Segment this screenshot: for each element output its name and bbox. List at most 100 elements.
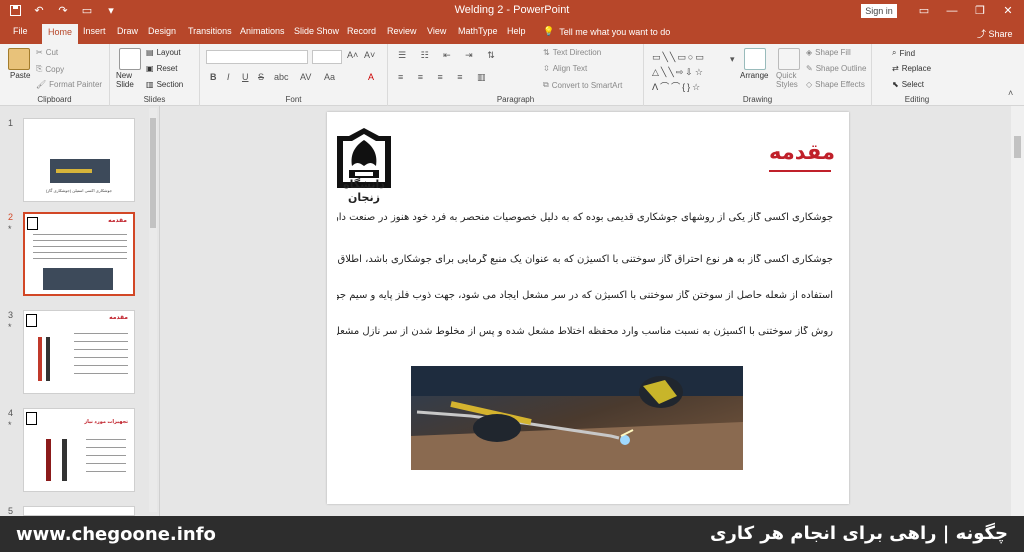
convert-to-smartart-button[interactable]: ⧉ Convert to SmartArt xyxy=(543,80,622,90)
bold-button[interactable]: B xyxy=(210,72,217,82)
shape-fill-button[interactable]: ◈ Shape Fill xyxy=(806,48,851,57)
thumbnail-title: تجهیزات مورد نیاز xyxy=(84,419,128,425)
tab-animations[interactable]: Animations xyxy=(240,26,285,36)
quick-styles-icon[interactable] xyxy=(778,48,800,70)
search-icon: ⌕ xyxy=(892,48,897,57)
close-icon[interactable]: ✕ xyxy=(994,2,1022,20)
thumbnail-number: 2 xyxy=(8,212,14,222)
tell-me-box[interactable]: 💡 Tell me what you want to do xyxy=(543,26,670,37)
format-painter-button[interactable]: 🖌 Format Painter xyxy=(36,80,102,89)
select-button[interactable]: ⬉ Select xyxy=(892,80,924,89)
font-size-input[interactable] xyxy=(312,50,342,64)
tab-mathtype[interactable]: MathType xyxy=(458,26,498,36)
clipboard-group: Paste ✂ Cut ⎘ Copy 🖌 Format Painter Clipboa… xyxy=(0,44,110,106)
slide-thumbnail-2[interactable]: مقدمه xyxy=(23,212,135,296)
text-direction-icon: ⇅ xyxy=(543,48,550,57)
find-button[interactable]: ⌕ Find xyxy=(892,48,915,58)
tab-home[interactable]: Home xyxy=(42,24,79,44)
decrease-font-size-icon[interactable]: A˅ xyxy=(364,50,375,60)
tab-help[interactable]: Help xyxy=(507,26,526,36)
editor-scroll-thumb[interactable] xyxy=(1014,136,1021,158)
section-button[interactable]: ▥ Section xyxy=(146,80,183,89)
shape-effects-button[interactable]: ◇ Shape Effects xyxy=(806,80,865,89)
shapes-gallery-more-icon[interactable]: ▾ xyxy=(730,54,735,65)
tab-slide-show[interactable]: Slide Show xyxy=(294,26,339,36)
thumbnails-scroll-thumb[interactable] xyxy=(150,118,156,228)
thumbnail-star: * xyxy=(8,322,12,332)
italic-button[interactable]: I xyxy=(227,72,230,82)
welding-photo[interactable] xyxy=(411,366,743,470)
paragraph-line[interactable]: جوشکاری اکسی گاز به هر نوع احتراق گاز سو… xyxy=(337,254,833,265)
increase-font-size-icon[interactable]: A˄ xyxy=(347,50,358,60)
layout-label: Layout xyxy=(156,48,181,57)
paragraph-group-label: Paragraph xyxy=(496,95,535,104)
strikethrough-button[interactable]: S xyxy=(258,72,264,82)
clipboard-group-label: Clipboard xyxy=(37,95,72,104)
font-color-button[interactable]: A xyxy=(368,72,374,82)
share-button[interactable]: ⤴ Share xyxy=(977,27,1013,40)
new-slide-icon[interactable] xyxy=(119,48,141,70)
tab-design[interactable]: Design xyxy=(148,26,176,36)
thumbnails-scrollbar[interactable] xyxy=(149,108,157,512)
slides-group: New Slide ▤ Layout ▣ Reset ▥ Section Slides xyxy=(110,44,200,106)
cut-button[interactable]: ✂ Cut xyxy=(36,48,58,57)
underline-button[interactable]: U xyxy=(242,72,249,82)
shapes-gallery[interactable]: ▭╲╲▭○▭ △╲╲⇨⇩☆ ᐱ⌒⌒{}☆ xyxy=(652,50,734,95)
tab-file[interactable]: File xyxy=(13,26,28,36)
minimize-icon[interactable]: — xyxy=(938,2,966,20)
sign-in-button[interactable]: Sign in xyxy=(861,4,897,18)
list-buttons[interactable]: ☰ ☷ ⇤ ⇥ ⇅ xyxy=(398,50,501,61)
tab-review[interactable]: Review xyxy=(387,26,417,36)
alignment-buttons[interactable]: ≡ ≡ ≡ ≡ ▥ xyxy=(398,72,492,83)
arrange-icon[interactable] xyxy=(744,48,766,70)
slide-thumbnail-1[interactable]: جوشکاری اکسی استیلن (جوشکاری گاز) xyxy=(23,118,135,202)
text-direction-button[interactable]: ⇅ Text Direction xyxy=(543,48,601,57)
new-slide-button[interactable]: New Slide xyxy=(116,71,144,89)
tab-draw[interactable]: Draw xyxy=(117,26,138,36)
align-text-button[interactable]: ⇳ Align Text xyxy=(543,64,587,73)
ribbon-display-options-icon[interactable]: ▭ xyxy=(910,2,938,20)
paragraph-line[interactable]: روش گاز سوختنی با اکسیژن به نسبت مناسب و… xyxy=(337,326,833,337)
character-spacing-button[interactable]: AV xyxy=(300,72,311,82)
change-case-button[interactable]: Aa xyxy=(324,72,335,82)
tab-insert[interactable]: Insert xyxy=(83,26,106,36)
arrange-button[interactable]: Arrange xyxy=(740,71,768,80)
quick-styles-button[interactable]: Quick Styles xyxy=(776,71,802,89)
section-label: Section xyxy=(156,80,184,89)
align-text-icon: ⇳ xyxy=(543,64,550,73)
shadow-button[interactable]: abc xyxy=(274,72,289,82)
reset-button[interactable]: ▣ Reset xyxy=(146,64,177,73)
tab-record[interactable]: Record xyxy=(347,26,376,36)
tab-view[interactable]: View xyxy=(427,26,446,36)
copy-icon: ⎘ xyxy=(36,64,43,73)
slide-thumbnail-4[interactable]: تجهیزات مورد نیاز xyxy=(23,408,135,492)
paste-button[interactable]: Paste xyxy=(10,71,30,80)
format-painter-label: Format Painter xyxy=(49,80,103,89)
tab-transitions[interactable]: Transitions xyxy=(188,26,232,36)
editor-scrollbar[interactable] xyxy=(1011,106,1024,516)
current-slide[interactable]: دانشگاه زنجان مقدمه جوشکاری اکسی گاز یکی… xyxy=(327,112,849,504)
slide-heading[interactable]: مقدمه xyxy=(769,140,835,164)
slides-group-label: Slides xyxy=(143,95,166,104)
slide-thumbnail-3[interactable]: مقدمه xyxy=(23,310,135,394)
replace-icon: ⇄ xyxy=(892,64,899,73)
paste-icon[interactable] xyxy=(8,48,30,70)
paint-bucket-icon: ◈ xyxy=(806,48,813,57)
layout-button[interactable]: ▤ Layout xyxy=(146,48,181,57)
align-text-label: Align Text xyxy=(552,64,588,73)
thumbnail-1-caption: جوشکاری اکسی استیلن (جوشکاری گاز) xyxy=(45,188,113,193)
replace-button[interactable]: ⇄ Replace xyxy=(892,64,931,73)
copy-button[interactable]: ⎘ Copy xyxy=(36,64,64,74)
thumbnail-title: مقدمه xyxy=(109,315,128,321)
select-label: Select xyxy=(901,80,924,89)
paragraph-line[interactable]: استفاده از شعله حاصل از سوختن گاز سوختنی… xyxy=(337,290,833,301)
restore-icon[interactable]: ❐ xyxy=(966,2,994,20)
paragraph-line[interactable]: جوشکاری اکسی گاز یکی از روشهای جوشکاری ق… xyxy=(337,212,833,223)
collapse-ribbon-icon[interactable]: ˄ xyxy=(1008,88,1013,98)
font-name-input[interactable] xyxy=(206,50,308,64)
font-group: A˄ A˅ B I U S abc AV Aa A Font xyxy=(200,44,388,106)
university-logo-mini xyxy=(26,314,37,327)
slide-thumbnail-5[interactable] xyxy=(23,506,135,516)
shape-outline-button[interactable]: ✎ Shape Outline xyxy=(806,64,866,73)
share-icon: ⤴ xyxy=(977,29,987,39)
